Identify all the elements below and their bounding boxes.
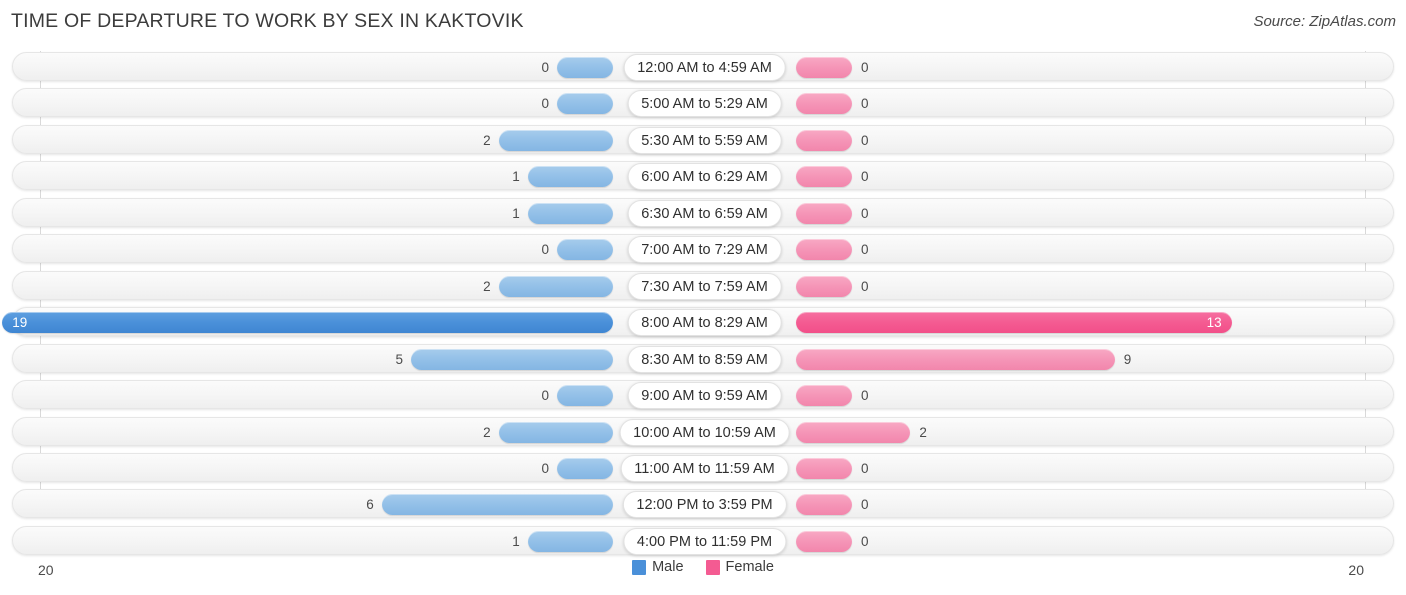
- category-label: 10:00 AM to 10:59 AM: [619, 418, 790, 446]
- plot-area: 0 0 12:00 AM to 4:59 AM 0 0 5:00 AM to 5:29 A…: [0, 51, 1406, 578]
- bar-male[interactable]: [557, 57, 613, 78]
- bar-male[interactable]: [498, 421, 613, 443]
- bar-female[interactable]: [796, 275, 852, 297]
- bar-male[interactable]: [381, 494, 613, 516]
- bar-male[interactable]: [557, 239, 613, 261]
- value-label-male: 0: [541, 388, 549, 404]
- table-row[interactable]: 0 0 9:00 AM to 9:59 AM: [12, 380, 1394, 410]
- table-row[interactable]: 0 0 11:00 AM to 11:59 AM: [12, 452, 1394, 482]
- category-label: 8:30 AM to 8:59 AM: [627, 345, 782, 373]
- bar-female[interactable]: [796, 457, 852, 479]
- bar-female[interactable]: [796, 421, 911, 443]
- table-row[interactable]: 0 0 12:00 AM to 4:59 AM: [12, 52, 1394, 81]
- category-label: 12:00 PM to 3:59 PM: [622, 491, 787, 519]
- bar-female[interactable]: [796, 312, 1232, 334]
- bar-female[interactable]: [796, 166, 852, 188]
- category-label: 11:00 AM to 11:59 AM: [620, 454, 789, 482]
- value-label-female: 0: [861, 460, 869, 476]
- legend-swatch-female-icon: [705, 559, 720, 575]
- bar-male[interactable]: [498, 129, 613, 151]
- bar-female[interactable]: [796, 202, 852, 224]
- bar-female[interactable]: [796, 57, 852, 78]
- table-row[interactable]: 19 13 8:00 AM to 8:29 AM: [2, 307, 1394, 337]
- bar-female[interactable]: [796, 494, 852, 516]
- value-label-female: 0: [861, 388, 869, 404]
- bar-male[interactable]: [557, 93, 613, 115]
- value-label-female: 2: [919, 424, 927, 440]
- legend: Male Female: [0, 559, 1406, 575]
- table-row[interactable]: 2 0 7:30 AM to 7:59 AM: [12, 270, 1394, 300]
- value-label-female: 9: [1123, 351, 1132, 367]
- category-label: 6:30 AM to 6:59 AM: [627, 199, 782, 227]
- value-label-male: 0: [541, 96, 549, 112]
- bar-male[interactable]: [557, 457, 613, 479]
- source-label: Source: ZipAtlas.com: [1253, 13, 1396, 30]
- table-row[interactable]: 5 9 8:30 AM to 8:59 AM: [12, 343, 1394, 373]
- value-label-female: 0: [861, 278, 869, 294]
- bar-male[interactable]: [411, 348, 613, 370]
- value-label-female: 0: [861, 96, 869, 112]
- value-label-female: 0: [861, 169, 869, 185]
- legend-label: Male: [652, 559, 684, 575]
- table-row[interactable]: 0 0 5:00 AM to 5:29 AM: [12, 88, 1394, 118]
- legend-item[interactable]: Male: [632, 559, 684, 575]
- value-label-female: 13: [1206, 315, 1222, 331]
- legend-label: Female: [725, 559, 774, 575]
- value-label-female: 0: [861, 132, 869, 148]
- value-label-male: 6: [366, 497, 374, 513]
- value-label-male: 1: [512, 533, 520, 549]
- category-label: 9:00 AM to 9:59 AM: [627, 382, 782, 410]
- table-row[interactable]: 2 0 5:30 AM to 5:59 AM: [12, 124, 1394, 154]
- category-label: 7:00 AM to 7:29 AM: [627, 236, 782, 264]
- legend-swatch-male-icon: [632, 559, 647, 575]
- value-label-male: 5: [395, 351, 403, 367]
- value-label-female: 0: [861, 533, 869, 549]
- table-row[interactable]: 1 0 6:00 AM to 6:29 AM: [12, 161, 1394, 191]
- category-label: 8:00 AM to 8:29 AM: [627, 309, 782, 337]
- table-row[interactable]: 0 0 7:00 AM to 7:29 AM: [12, 234, 1394, 264]
- value-label-male: 0: [541, 60, 549, 75]
- value-label-female: 0: [861, 497, 869, 513]
- bar-male[interactable]: [527, 202, 613, 224]
- bar-female[interactable]: [796, 93, 852, 115]
- value-label-male: 2: [483, 132, 491, 148]
- value-label-female: 0: [861, 60, 869, 75]
- value-label-male: 1: [512, 205, 520, 221]
- value-label-male: 2: [483, 278, 491, 294]
- value-label-male: 1: [512, 169, 520, 185]
- table-row[interactable]: 6 0 12:00 PM to 3:59 PM: [12, 489, 1394, 519]
- category-label: 4:00 PM to 11:59 PM: [622, 527, 787, 555]
- category-label: 5:30 AM to 5:59 AM: [627, 126, 782, 154]
- value-label-male: 19: [12, 315, 28, 331]
- bar-female[interactable]: [796, 530, 852, 552]
- table-row[interactable]: 1 0 4:00 PM to 11:59 PM: [12, 525, 1394, 555]
- bar-male[interactable]: [527, 530, 613, 552]
- bar-male[interactable]: [557, 385, 613, 407]
- category-label: 7:30 AM to 7:59 AM: [627, 272, 782, 300]
- bar-female[interactable]: [796, 129, 852, 151]
- bar-male[interactable]: [2, 312, 613, 334]
- bar-female[interactable]: [796, 348, 1115, 370]
- value-label-female: 0: [861, 242, 869, 258]
- bar-female[interactable]: [796, 385, 852, 407]
- chart-root: TIME OF DEPARTURE TO WORK BY SEX IN KAKT…: [0, 0, 1406, 595]
- bar-male[interactable]: [527, 166, 613, 188]
- bar-female[interactable]: [796, 239, 852, 261]
- legend-item[interactable]: Female: [705, 559, 774, 575]
- category-label: 12:00 AM to 4:59 AM: [623, 54, 786, 81]
- bar-male[interactable]: [498, 275, 613, 297]
- value-label-male: 0: [541, 460, 549, 476]
- value-label-male: 2: [483, 424, 491, 440]
- table-row[interactable]: 1 0 6:30 AM to 6:59 AM: [12, 197, 1394, 227]
- page-title: TIME OF DEPARTURE TO WORK BY SEX IN KAKT…: [11, 10, 524, 32]
- category-label: 6:00 AM to 6:29 AM: [627, 163, 782, 191]
- value-label-female: 0: [861, 205, 869, 221]
- category-label: 5:00 AM to 5:29 AM: [627, 90, 782, 118]
- table-row[interactable]: 2 2 10:00 AM to 10:59 AM: [12, 416, 1394, 446]
- value-label-male: 0: [541, 242, 549, 258]
